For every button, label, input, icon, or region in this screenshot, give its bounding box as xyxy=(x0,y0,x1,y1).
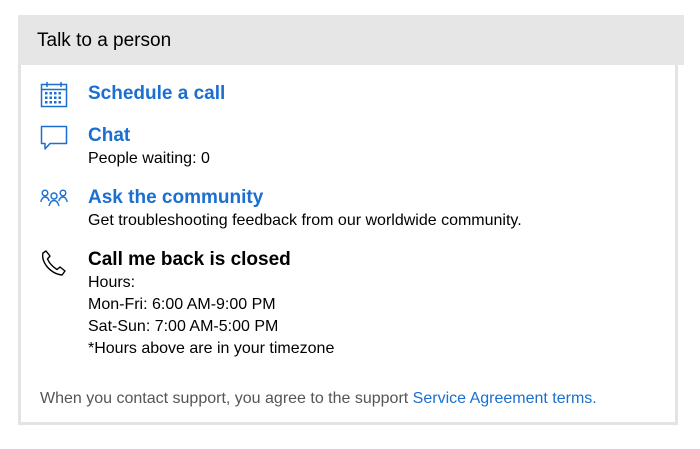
service-agreement-link[interactable]: Service Agreement terms. xyxy=(413,390,597,407)
community-description: Get troubleshooting feedback from our wo… xyxy=(88,212,522,229)
phone-icon xyxy=(40,249,70,279)
callback-closed-title: Call me back is closed xyxy=(88,249,291,270)
footer-agreement: When you contact support, you agree to t… xyxy=(40,388,597,410)
calendar-icon[interactable] xyxy=(40,81,70,111)
ask-community-link[interactable]: Ask the community xyxy=(88,187,263,209)
panel-header: Talk to a person xyxy=(18,15,684,65)
hours-weekday: Mon-Fri: 6:00 AM-9:00 PM xyxy=(88,296,276,313)
footer-text: When you contact support, you agree to t… xyxy=(40,390,413,407)
chat-bubble-icon[interactable] xyxy=(40,124,70,154)
schedule-call-link[interactable]: Schedule a call xyxy=(88,83,225,105)
hours-weekend: Sat-Sun: 7:00 AM-5:00 PM xyxy=(88,318,279,335)
chat-link[interactable]: Chat xyxy=(88,125,130,147)
people-group-icon[interactable] xyxy=(40,188,70,218)
chat-waiting-status: People waiting: 0 xyxy=(88,150,210,167)
panel-title: Talk to a person xyxy=(37,30,172,51)
timezone-note: *Hours above are in your timezone xyxy=(88,340,335,357)
hours-label: Hours: xyxy=(88,274,136,291)
talk-to-person-panel: Talk to a person Schedule a call Chat Pe… xyxy=(18,15,684,425)
